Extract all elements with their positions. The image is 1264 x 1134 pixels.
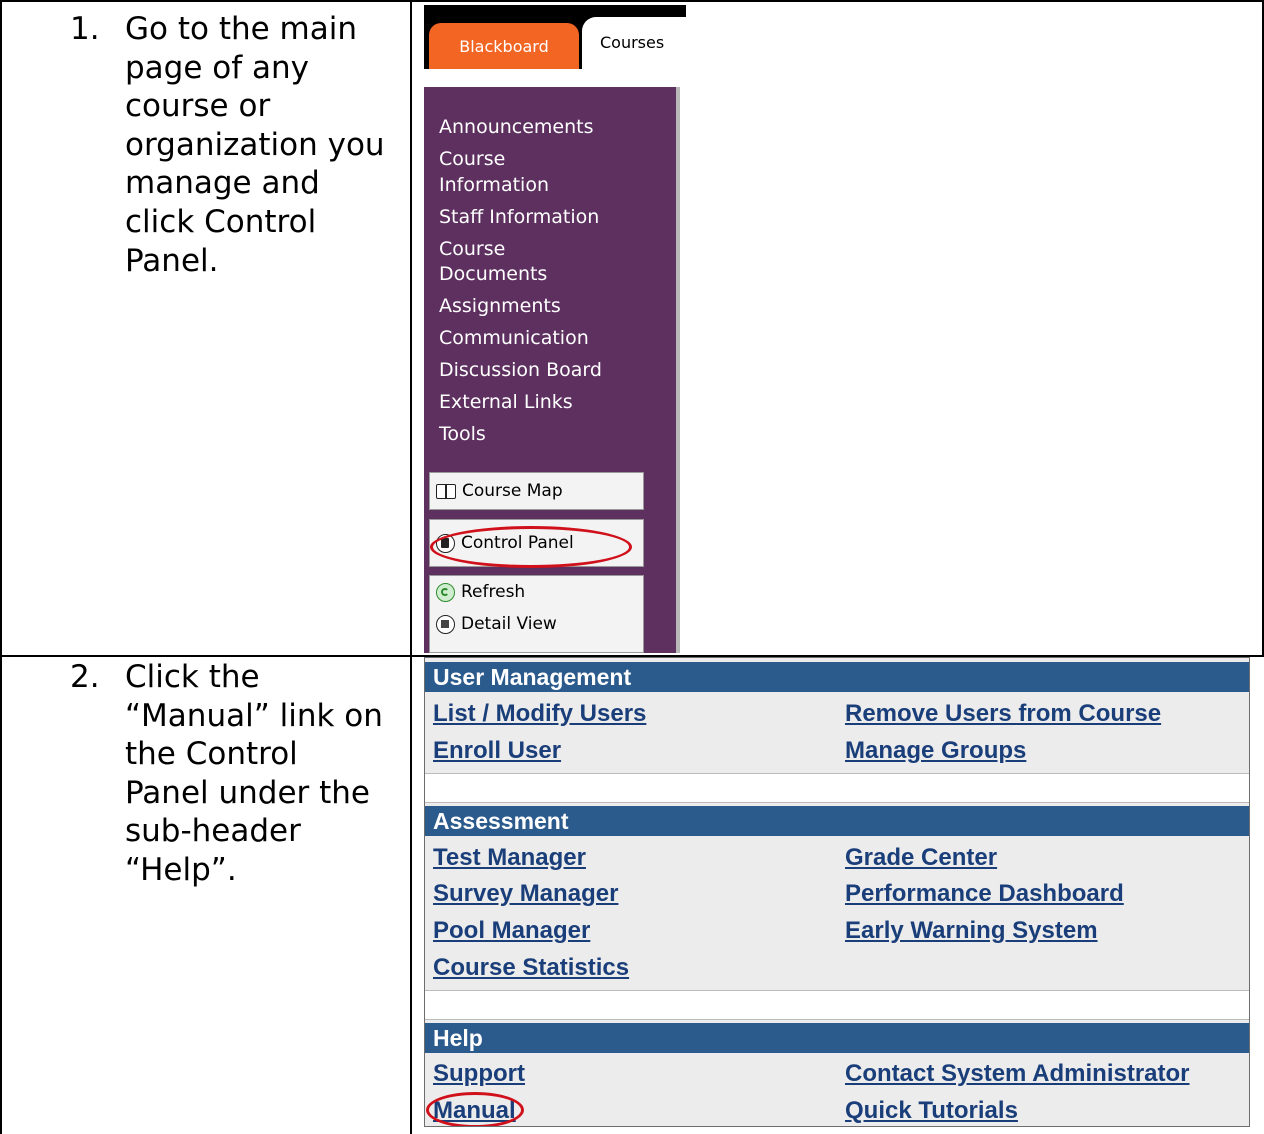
step-2-number: 2. [70, 659, 100, 695]
link-list-modify-users[interactable]: List / Modify Users [433, 700, 646, 728]
course-menu-edge-white [680, 87, 686, 653]
step-1: 1. Go to the main page of any course or … [70, 10, 410, 310]
link-support[interactable]: Support [433, 1060, 525, 1088]
link-remove-users[interactable]: Remove Users from Course [845, 700, 1161, 728]
view-options-box: Refresh Detail View [429, 575, 644, 653]
course-map-button[interactable]: Course Map [430, 473, 643, 509]
link-survey-manager[interactable]: Survey Manager [433, 880, 618, 908]
section-header-assessment: Assessment [425, 806, 1249, 836]
link-manage-groups[interactable]: Manage Groups [845, 737, 1026, 765]
nav-discussion-board[interactable]: Discussion Board [439, 358, 669, 384]
nav-communication[interactable]: Communication [439, 326, 669, 352]
link-contact-system-administrator[interactable]: Contact System Administrator [845, 1060, 1190, 1088]
link-performance-dashboard[interactable]: Performance Dashboard [845, 880, 1124, 908]
control-panel-screenshot: User Management List / Modify Users Remo… [424, 657, 1250, 1127]
highlight-oval-control-panel [430, 526, 632, 568]
refresh-label: Refresh [461, 582, 526, 602]
course-nav-list: Announcements Course Information Staff I… [439, 115, 669, 454]
detail-view-label: Detail View [461, 614, 557, 634]
link-test-manager[interactable]: Test Manager [433, 844, 586, 872]
course-map-label: Course Map [462, 481, 563, 501]
link-grade-center[interactable]: Grade Center [845, 844, 997, 872]
detail-view-icon [436, 614, 455, 634]
step-2-text: Click the “Manual” link on the Control P… [125, 659, 383, 888]
link-enroll-user[interactable]: Enroll User [433, 737, 561, 765]
nav-course-information[interactable]: Course Information [439, 147, 669, 198]
course-menu-screenshot: Blackboard Courses Announcements Course … [424, 5, 686, 653]
nav-tools[interactable]: Tools [439, 422, 669, 448]
step-1-number: 1. [70, 11, 100, 47]
book-icon [436, 483, 456, 499]
link-course-statistics[interactable]: Course Statistics [433, 954, 629, 982]
step-1-text: Go to the main page of any course or org… [125, 11, 385, 279]
section-header-help: Help [425, 1023, 1249, 1053]
detail-view-button[interactable]: Detail View [430, 608, 643, 640]
nav-external-links[interactable]: External Links [439, 390, 669, 416]
refresh-button[interactable]: Refresh [430, 576, 643, 608]
course-map-box: Course Map [429, 472, 644, 510]
nav-staff-information[interactable]: Staff Information [439, 205, 669, 231]
step-2: 2. Click the “Manual” link on the Contro… [70, 658, 410, 958]
tab-courses[interactable]: Courses [582, 17, 686, 69]
section-spacer [425, 990, 1249, 1020]
link-pool-manager[interactable]: Pool Manager [433, 917, 590, 945]
section-spacer [425, 773, 1249, 803]
link-early-warning-system[interactable]: Early Warning System [845, 917, 1098, 945]
table-border-top [0, 0, 1264, 2]
nav-announcements[interactable]: Announcements [439, 115, 669, 141]
nav-assignments[interactable]: Assignments [439, 294, 669, 320]
section-header-user-management: User Management [425, 662, 1249, 692]
refresh-icon [436, 582, 455, 602]
highlight-oval-manual [426, 1092, 524, 1126]
nav-course-documents[interactable]: Course Documents [439, 237, 669, 288]
table-border-left [0, 0, 2, 1134]
link-quick-tutorials[interactable]: Quick Tutorials [845, 1097, 1018, 1125]
tab-blackboard[interactable]: Blackboard [429, 23, 579, 69]
